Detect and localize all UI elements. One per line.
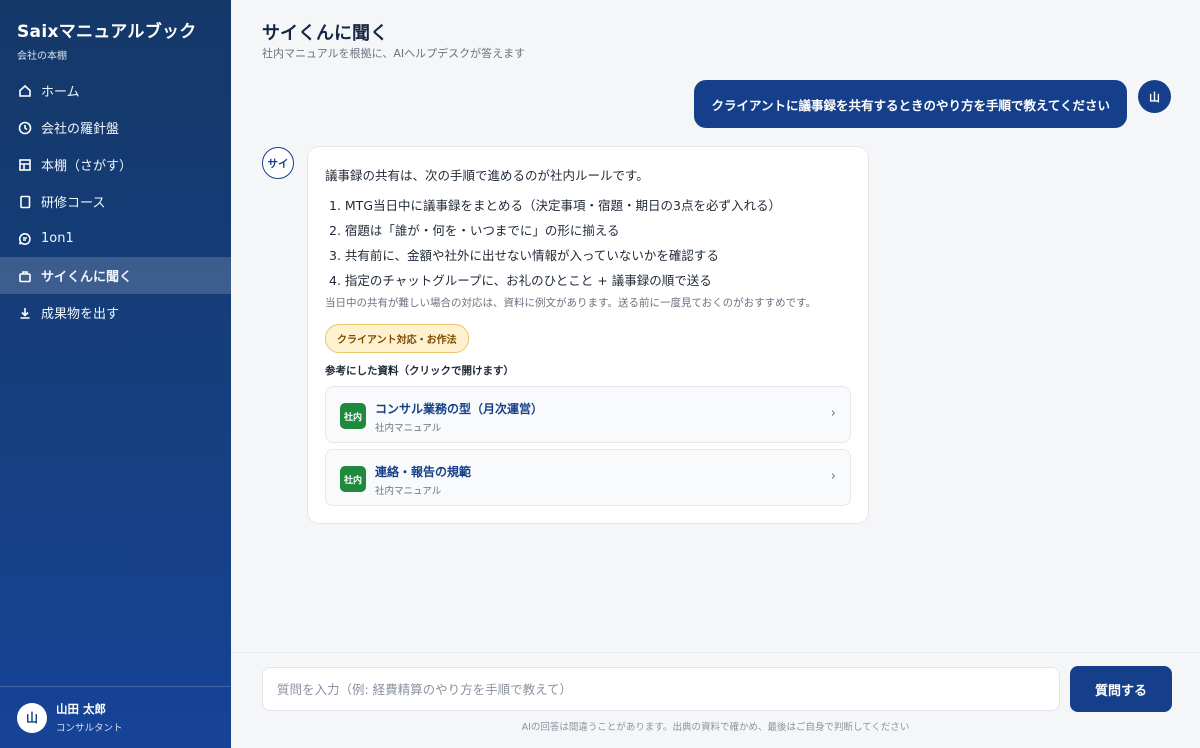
chevron-right-icon: ›	[830, 469, 836, 484]
bot-avatar: サイ	[262, 147, 294, 179]
sidebar-item-ask-sai[interactable]: サイくんに聞く	[0, 257, 231, 294]
avatar: 山	[17, 702, 47, 733]
answer-step: 4. 指定のチャットグループに、お礼のひとこと + 議事録の順で送る	[329, 273, 712, 288]
sidebar-item-label: 会社の羅針盤	[41, 122, 120, 137]
sidebar-item-label: 1on1	[41, 231, 74, 246]
home-icon	[18, 84, 32, 98]
reference-card[interactable]: 社内 連絡・報告の規範 社内マニュアル ›	[325, 449, 851, 506]
page-title: サイくんに聞く	[262, 23, 388, 44]
user-role: コンサルタント	[56, 723, 123, 734]
main-panel: サイくんに聞く 社内マニュアルを根拠に、AIヘルプデスクが答えます クライアント…	[231, 0, 1200, 748]
bot-answer-card: 議事録の共有は、次の手順で進めるのが社内ルールです。 1. MTG当日中に議事録…	[307, 146, 869, 524]
sidebar-item-compass[interactable]: 会社の羅針盤	[0, 109, 231, 146]
category-tag: クライアント対応・お作法	[325, 324, 469, 353]
user-profile[interactable]: 山 山田 太郎 コンサルタント	[0, 686, 231, 748]
brand: Saixマニュアルブック 会社の本棚	[17, 17, 197, 62]
bot-answer-intro: 議事録の共有は、次の手順で進めるのが社内ルールです。	[325, 168, 649, 183]
chat-icon	[18, 232, 32, 246]
download-icon	[18, 306, 32, 320]
reference-title: 連絡・報告の規範	[375, 465, 472, 479]
bag-icon	[18, 269, 32, 283]
sidebar-item-bookshelf[interactable]: 本棚（さがす）	[0, 146, 231, 183]
reference-source: 社内マニュアル	[375, 423, 442, 434]
internal-badge: 社内	[340, 466, 366, 492]
book-icon	[18, 195, 32, 209]
answer-step: 3. 共有前に、金額や社外に出せない情報が入っていないかを確認する	[329, 248, 719, 263]
sidebar-item-label: 成果物を出す	[41, 307, 120, 322]
reference-source: 社内マニュアル	[375, 486, 442, 497]
user-name: 山田 太郎	[56, 702, 107, 716]
sidebar-item-label: サイくんに聞く	[41, 270, 133, 285]
app-subtitle: 会社の本棚	[17, 51, 67, 62]
reference-card[interactable]: 社内 コンサル業務の型（月次運営） 社内マニュアル ›	[325, 386, 851, 443]
sidebar-nav: ホーム 会社の羅針盤 本棚（さがす） 研修コース 1on1 サイくんに聞く 成果…	[0, 72, 231, 331]
answer-step: 2. 宿題は「誰が・何を・いつまでに」の形に揃える	[329, 223, 620, 238]
page-subtitle: 社内マニュアルを根拠に、AIヘルプデスクが答えます	[262, 47, 526, 60]
compass-icon	[18, 121, 32, 135]
reference-title: コンサル業務の型（月次運営）	[375, 402, 544, 416]
internal-badge: 社内	[340, 403, 366, 429]
sidebar-item-home[interactable]: ホーム	[0, 72, 231, 109]
sidebar-item-deliverables[interactable]: 成果物を出す	[0, 294, 231, 331]
answer-note: 当日中の共有が難しい場合の対応は、資料に例文があります。送る前に一度見ておくのが…	[325, 297, 817, 309]
ai-disclaimer: AIの回答は間違うことがあります。出典の資料で確かめ、最後はご自身で判断してくだ…	[521, 722, 910, 733]
question-input[interactable]	[262, 667, 1060, 711]
sidebar-item-label: ホーム	[41, 85, 80, 100]
sidebar: Saixマニュアルブック 会社の本棚 ホーム 会社の羅針盤 本棚（さがす） 研修…	[0, 0, 231, 748]
user-message-bubble: クライアントに議事録を共有するときのやり方を手順で教えてください	[694, 80, 1127, 128]
answer-steps: 1. MTG当日中に議事録をまとめる（決定事項・宿題・期日の3点を必ず入れる） …	[325, 192, 851, 292]
app-title: Saixマニュアルブック	[17, 22, 197, 42]
ask-button[interactable]: 質問する	[1070, 666, 1172, 712]
references-heading: 参考にした資料（クリックで開けます）	[325, 365, 514, 377]
composer: 質問する AIの回答は間違うことがあります。出典の資料で確かめ、最後はご自身で判…	[231, 652, 1200, 748]
sidebar-item-label: 本棚（さがす）	[41, 159, 133, 174]
user-info: 山田 太郎 コンサルタント	[56, 701, 123, 734]
bookshelf-icon	[18, 158, 32, 172]
user-message-avatar: 山	[1138, 80, 1171, 113]
sidebar-item-1on1[interactable]: 1on1	[0, 220, 231, 257]
sidebar-item-training[interactable]: 研修コース	[0, 183, 231, 220]
sidebar-item-label: 研修コース	[41, 196, 106, 211]
chevron-right-icon: ›	[830, 406, 836, 421]
answer-step: 1. MTG当日中に議事録をまとめる（決定事項・宿題・期日の3点を必ず入れる）	[329, 198, 781, 213]
